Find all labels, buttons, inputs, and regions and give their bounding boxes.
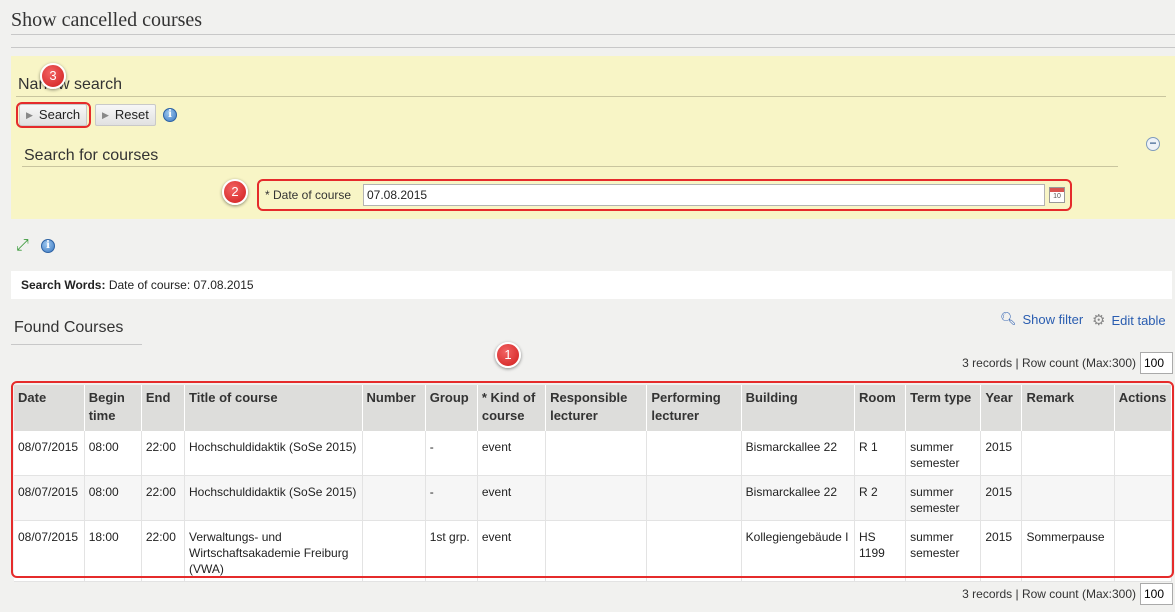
found-courses-divider — [11, 344, 142, 345]
expand-icon[interactable]: ⤢ — [16, 237, 34, 255]
info-icon[interactable]: i — [163, 108, 177, 122]
title-divider-2 — [11, 47, 1175, 48]
records-text: 3 records | Row count (Max:300) — [962, 587, 1136, 601]
page-title: Show cancelled courses — [11, 9, 203, 31]
search-words-bar: Search Words: Date of course: 07.08.2015 — [11, 271, 1172, 299]
narrow-search-divider — [16, 96, 1166, 97]
highlight-results-table — [11, 381, 1174, 578]
search-for-courses-heading: Search for courses — [24, 147, 159, 164]
records-text: 3 records | Row count (Max:300) — [962, 356, 1136, 370]
row-count-input[interactable] — [1140, 352, 1173, 374]
collapse-icon[interactable]: − — [1146, 137, 1160, 151]
show-filter-link[interactable]: 🔍︎ Show filter — [1000, 311, 1083, 327]
title-divider — [11, 34, 1175, 35]
annotation-badge-2: 2 — [222, 179, 248, 205]
row-count-control-top: 3 records | Row count (Max:300) — [962, 352, 1173, 374]
reset-button-label: Reset — [114, 107, 149, 122]
narrow-search-heading: Narrow search — [18, 76, 123, 93]
gear-icon: ⚙ — [1092, 312, 1106, 329]
search-words-label: Search Words: — [21, 278, 106, 292]
found-courses-heading: Found Courses — [14, 319, 124, 336]
search-for-courses-divider — [22, 166, 1118, 167]
search-words-value: Date of course: 07.08.2015 — [108, 278, 254, 292]
annotation-badge-3: 3 — [40, 63, 66, 89]
row-count-input[interactable] — [1140, 583, 1173, 605]
edit-table-label: Edit table — [1111, 312, 1166, 328]
info-icon[interactable]: i — [41, 239, 55, 253]
edit-table-link[interactable]: ⚙ Edit table — [1092, 311, 1166, 329]
highlight-search-button — [16, 102, 91, 128]
show-filter-label: Show filter — [1022, 311, 1084, 327]
highlight-date-field — [257, 179, 1072, 211]
annotation-badge-1: 1 — [495, 342, 521, 368]
reset-button[interactable]: ▶ Reset — [95, 104, 156, 126]
row-count-control-bottom: 3 records | Row count (Max:300) — [962, 583, 1173, 605]
search-icon: 🔍︎ — [1000, 311, 1017, 326]
play-icon: ▶ — [102, 110, 109, 120]
